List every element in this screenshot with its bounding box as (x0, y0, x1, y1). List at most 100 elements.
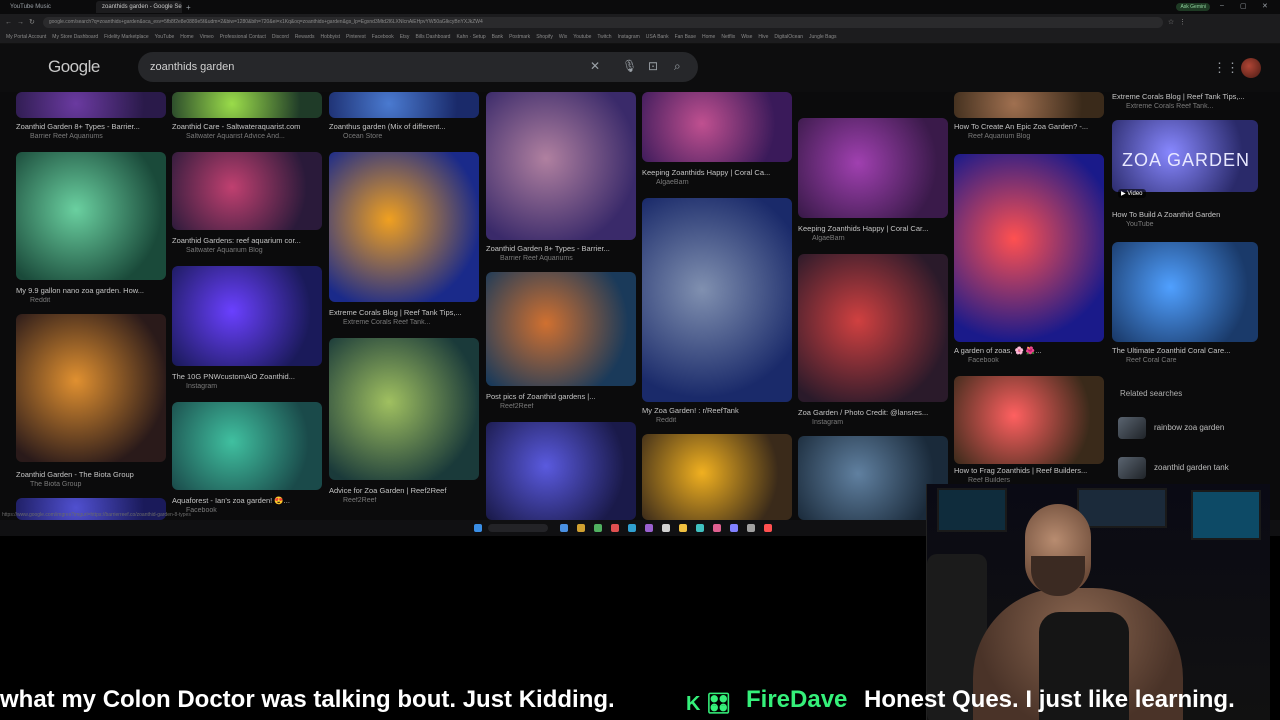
taskbar-app-icon[interactable] (679, 524, 687, 532)
result-thumbnail[interactable] (642, 198, 792, 402)
taskbar-app-icon[interactable] (662, 524, 670, 532)
result-caption[interactable]: Zoanthid Gardens: reef aquarium cor... (172, 236, 322, 245)
result-source[interactable]: Facebook (186, 507, 336, 514)
result-source[interactable]: Reddit (656, 417, 806, 424)
result-caption[interactable]: How To Create An Epic Zoa Garden? -... (954, 122, 1104, 131)
search-input[interactable]: zoanthids garden (150, 61, 234, 73)
result-source[interactable]: Reef Builders (968, 477, 1118, 484)
result-caption[interactable]: Zoanthid Garden - The Biota Group (16, 470, 166, 479)
result-thumbnail[interactable] (329, 338, 479, 480)
bookmark-item[interactable]: Shopify (536, 34, 553, 40)
close-window-button[interactable]: ✕ (1262, 2, 1268, 10)
result-source[interactable]: Saltwater Aquarium Blog (186, 247, 336, 254)
result-thumbnail[interactable] (172, 152, 322, 230)
taskbar-app-icon[interactable] (747, 524, 755, 532)
result-thumbnail[interactable] (172, 92, 322, 118)
taskbar-app-icon[interactable] (628, 524, 636, 532)
taskbar-app-icon[interactable] (594, 524, 602, 532)
clear-icon[interactable]: ✕ (590, 59, 600, 73)
result-caption[interactable]: Zoanthid Care - Saltwateraquarist.com (172, 122, 322, 131)
bookmark-item[interactable]: Home (180, 34, 193, 40)
bookmark-item[interactable]: Pinterest (346, 34, 366, 40)
result-source[interactable]: YouTube (1126, 221, 1276, 228)
result-caption[interactable]: Zoanthus garden (Mix of different... (329, 122, 479, 131)
related-search-item[interactable]: zoanthid garden tank (1116, 456, 1276, 482)
result-source[interactable]: Saltwater Aquarist Advice And... (186, 133, 336, 140)
result-source[interactable]: Reddit (30, 297, 180, 304)
result-thumbnail[interactable] (798, 254, 948, 402)
taskbar-search[interactable] (488, 524, 548, 532)
bookmark-item[interactable]: Instagram (618, 34, 640, 40)
result-thumbnail[interactable] (954, 92, 1104, 118)
result-source[interactable]: AlgaeBarn (812, 235, 962, 242)
ask-gemini-button[interactable]: Ask Gemini (1176, 3, 1210, 11)
taskbar-app-icon[interactable] (764, 524, 772, 532)
new-tab-button[interactable]: + (186, 3, 191, 12)
bookmark-item[interactable]: Hive (758, 34, 768, 40)
search-icon[interactable]: ⌕ (674, 59, 681, 74)
result-thumbnail[interactable] (16, 314, 166, 462)
result-caption[interactable]: My Zoa Garden! : r/ReefTank (642, 406, 792, 415)
result-caption[interactable]: The 10G PNWcustomAiO Zoanthid... (172, 372, 322, 381)
result-thumbnail[interactable] (329, 92, 479, 118)
bookmark-item[interactable]: DigitalOcean (774, 34, 803, 40)
result-caption[interactable]: The Ultimate Zoanthid Coral Care... (1112, 346, 1262, 355)
maximize-button[interactable]: ▢ (1240, 2, 1247, 10)
bookmark-item[interactable]: Wix (559, 34, 567, 40)
taskbar-app-icon[interactable] (730, 524, 738, 532)
result-thumbnail[interactable] (642, 434, 792, 520)
google-logo[interactable]: Google (48, 57, 100, 77)
result-caption[interactable]: Aquaforest - Ian's zoa garden! 😍... (172, 496, 322, 505)
result-caption[interactable]: Zoanthid Garden 8+ Types - Barrier... (16, 122, 166, 131)
result-thumbnail[interactable] (486, 422, 636, 520)
result-source[interactable]: Reef Aquarium Blog (968, 133, 1118, 140)
bookmark-item[interactable]: Hobbyist (321, 34, 340, 40)
bookmark-item[interactable]: Twitch (597, 34, 611, 40)
result-source[interactable]: Ocean Store (343, 133, 493, 140)
result-source[interactable]: Instagram (186, 383, 336, 390)
bookmark-item[interactable]: Etsy (400, 34, 410, 40)
result-source[interactable]: Barrier Reef Aquariums (30, 133, 180, 140)
bookmark-item[interactable]: Bank (492, 34, 503, 40)
result-caption[interactable]: Zoanthid Garden 8+ Types - Barrier... (486, 244, 636, 253)
bookmark-item[interactable]: My Portal Account (6, 34, 46, 40)
result-thumbnail[interactable] (486, 272, 636, 386)
related-search-item[interactable]: rainbow zoa garden (1116, 416, 1276, 442)
taskbar-app-icon[interactable] (560, 524, 568, 532)
bookmark-item[interactable]: Fidelity Marketplace (104, 34, 148, 40)
bookmark-item[interactable]: Rewards (295, 34, 315, 40)
reload-icon[interactable]: ↻ (29, 18, 35, 26)
result-caption[interactable]: Extreme Corals Blog | Reef Tank Tips,... (329, 308, 479, 317)
result-thumbnail[interactable] (642, 92, 792, 162)
result-caption[interactable]: How To Build A Zoanthid Garden (1112, 210, 1262, 219)
taskbar-app-icon[interactable] (696, 524, 704, 532)
result-source[interactable]: Extreme Corals Reef Tank... (343, 319, 493, 326)
result-source[interactable]: Reef2Reef (343, 497, 493, 504)
result-source[interactable]: The Biota Group (30, 481, 180, 488)
bookmark-item[interactable]: Fan Base (675, 34, 696, 40)
result-thumbnail[interactable] (486, 92, 636, 240)
result-thumbnail[interactable] (798, 118, 948, 218)
result-thumbnail[interactable] (954, 154, 1104, 342)
bookmark-item[interactable]: Home (702, 34, 715, 40)
bookmark-item[interactable]: YouTube (155, 34, 175, 40)
tab-google-search[interactable]: zoanthids garden - Google Se... (96, 1, 182, 13)
bookmark-item[interactable]: Vimeo (200, 34, 214, 40)
result-caption[interactable]: How to Frag Zoanthids | Reef Builders... (954, 466, 1104, 475)
result-source[interactable]: Reef2Reef (500, 403, 650, 410)
taskbar-app-icon[interactable] (611, 524, 619, 532)
taskbar-app-icon[interactable] (713, 524, 721, 532)
result-source[interactable]: Barrier Reef Aquariums (500, 255, 650, 262)
bookmark-item[interactable]: Youtube (573, 34, 591, 40)
result-caption[interactable]: Extreme Corals Blog | Reef Tank Tips,... (1112, 92, 1262, 101)
microphone-icon[interactable]: 🎙 (622, 59, 637, 73)
bookmark-item[interactable]: My Store Dashboard (52, 34, 98, 40)
back-icon[interactable]: ← (5, 19, 12, 26)
bookmark-item[interactable]: Bills Dashboard (415, 34, 450, 40)
result-thumbnail[interactable] (172, 266, 322, 366)
result-thumbnail[interactable] (1112, 242, 1258, 342)
bookmark-item[interactable]: Facebook (372, 34, 394, 40)
result-thumbnail[interactable] (329, 152, 479, 302)
taskbar-app-icon[interactable] (577, 524, 585, 532)
avatar[interactable] (1241, 58, 1261, 78)
